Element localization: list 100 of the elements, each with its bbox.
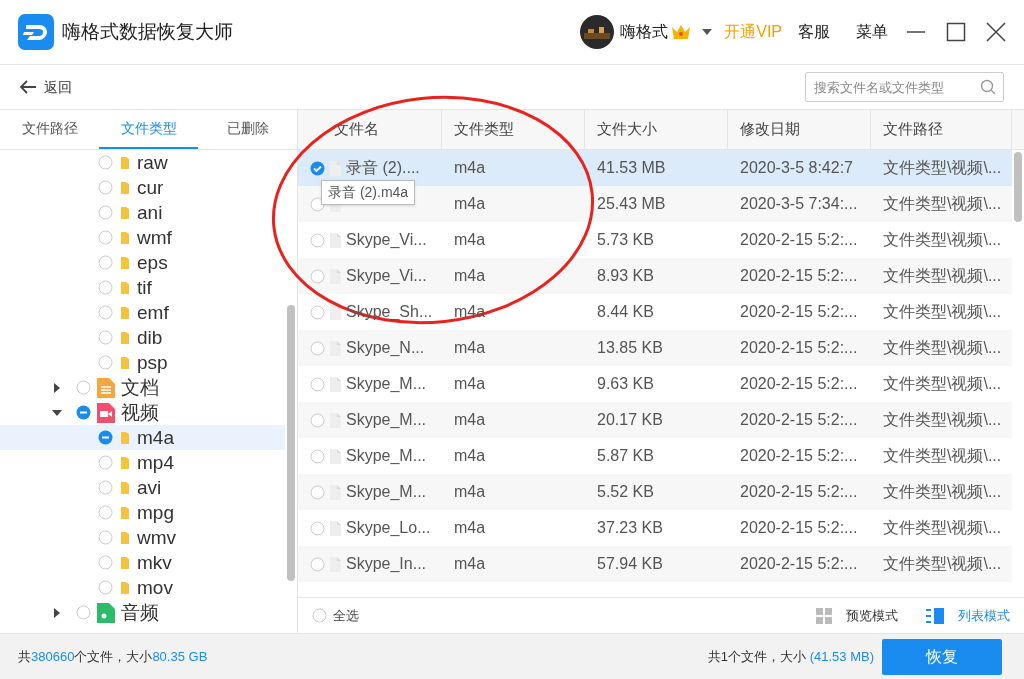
tree-item-label[interactable]: 视频 (121, 403, 159, 422)
folder-icon (120, 329, 130, 346)
audio-file-icon (97, 602, 115, 623)
radio-button[interactable] (310, 340, 325, 356)
table-row[interactable]: Skype_In... m4a 57.94 KB 2020-2-15 5:2:... 文件类型\视频\... (298, 546, 1012, 582)
radio-button[interactable] (98, 480, 113, 495)
radio-button[interactable] (98, 580, 113, 595)
radio-button[interactable] (98, 430, 113, 445)
tree-item[interactable]: mp4 (0, 450, 285, 475)
radio-button[interactable] (98, 280, 113, 295)
folder-icon (120, 454, 130, 471)
table-cell-text: 2020-2-15 5:2:... (740, 374, 858, 394)
column-header[interactable]: 文件路径 (871, 110, 1012, 149)
radio-button[interactable] (310, 376, 325, 392)
tree-item[interactable]: wmv (0, 525, 285, 550)
tree-item[interactable]: mov (0, 575, 285, 600)
radio-button[interactable] (310, 448, 325, 464)
radio-button[interactable] (98, 230, 113, 245)
radio-button[interactable] (98, 205, 113, 220)
tree-item-label[interactable]: eps (137, 253, 168, 272)
select-all-checkbox[interactable]: 全选 (312, 605, 359, 626)
radio-button[interactable] (310, 232, 325, 248)
radio-button[interactable] (98, 255, 113, 270)
table-cell-text: Skype_In... (346, 554, 427, 574)
table-cell-text: m4a (454, 158, 486, 178)
caret-icon[interactable] (702, 29, 713, 35)
tree-item-label[interactable]: emf (137, 303, 169, 322)
radio-button[interactable] (310, 304, 325, 320)
expand-arrow-icon[interactable] (52, 382, 62, 393)
folder-icon (120, 554, 130, 571)
tree-item[interactable]: mpg (0, 500, 285, 525)
table-row[interactable]: Skype_Vi... m4a 8.93 KB 2020-2-15 5:2:... 文件类型\视频\... (298, 258, 1012, 294)
table-cell-text: m4a (454, 554, 486, 574)
tree-item[interactable]: mkv (0, 550, 285, 575)
tree-item-label[interactable]: wmf (137, 228, 172, 247)
service-link[interactable]: 客服 (798, 20, 830, 44)
tree-item-label[interactable]: 文档 (121, 378, 159, 397)
radio-button[interactable] (310, 268, 325, 284)
list-mode-button[interactable]: 列表模式 (926, 605, 1010, 626)
radio-button[interactable] (310, 412, 325, 428)
maximize-icon[interactable] (946, 22, 966, 42)
column-header[interactable]: 修改日期 (728, 110, 871, 149)
radio-button[interactable] (98, 530, 113, 545)
column-header[interactable]: 文件大小 (585, 110, 728, 149)
folder-icon (120, 479, 130, 496)
radio-button[interactable] (310, 520, 325, 536)
file-icon (330, 160, 341, 176)
table-row[interactable]: 录音 (2).... m4a 41.53 MB 2020-3-5 8:42:7 文件类型\视频\... (298, 150, 1012, 186)
tree-item-label[interactable]: cur (137, 178, 164, 197)
radio-button[interactable] (98, 455, 113, 470)
tree-item[interactable]: m4a (0, 425, 285, 450)
table-row[interactable]: Skype_M... m4a 20.17 KB 2020-2-15 5:2:... 文件类型\视频\... (298, 402, 1012, 438)
radio-button[interactable] (310, 160, 325, 176)
scrollbar-thumb[interactable] (287, 305, 295, 581)
radio-button[interactable] (98, 355, 113, 370)
table-cell-text: 9.63 KB (597, 374, 654, 394)
table-row[interactable]: Skype_M... m4a 5.52 KB 2020-2-15 5:2:... 文件类型\视频\... (298, 474, 1012, 510)
table-cell-text: 13.85 KB (597, 338, 663, 358)
table-row[interactable]: Skype_N... m4a 13.85 KB 2020-2-15 5:2:... 文件类型\视频\... (298, 330, 1012, 366)
collapse-arrow-icon[interactable] (52, 407, 62, 418)
file-icon (330, 340, 341, 356)
search-field[interactable]: 搜索文件名或文件类型 (805, 72, 1004, 102)
tree-item-label[interactable]: ani (137, 203, 163, 222)
preview-mode-button[interactable]: 预览模式 (816, 605, 898, 626)
list-icon (926, 607, 944, 624)
radio-button[interactable] (98, 330, 113, 345)
tab[interactable]: 文件类型 (99, 110, 198, 149)
tab[interactable]: 文件路径 (0, 110, 99, 149)
radio-button[interactable] (98, 180, 113, 195)
tree-item-label[interactable]: psp (137, 353, 168, 372)
tree-item-label[interactable]: tif (137, 278, 152, 297)
table-cell-text: 5.52 KB (597, 482, 654, 502)
radio-button[interactable] (98, 155, 113, 170)
table-cell-text: 2020-2-15 5:2:... (740, 338, 858, 358)
radio-button[interactable] (76, 380, 91, 395)
radio-button[interactable] (76, 405, 91, 420)
scrollbar-thumb[interactable] (1014, 152, 1022, 222)
table-cell-text: 37.23 KB (597, 518, 663, 538)
radio-button[interactable] (76, 605, 91, 620)
table-cell-text: 文件类型\视频\... (883, 554, 1002, 574)
table-cell-text: Skype_Lo... (346, 518, 431, 538)
menu-link[interactable]: 菜单 (856, 20, 888, 44)
radio-button[interactable] (310, 484, 325, 500)
radio-button[interactable] (98, 305, 113, 320)
tree-item-label[interactable]: dib (137, 328, 163, 347)
folder-icon (120, 154, 130, 171)
back-button[interactable]: 返回 (20, 76, 72, 98)
tree-item[interactable]: avi (0, 475, 285, 500)
radio-button[interactable] (98, 505, 113, 520)
radio-button[interactable] (312, 608, 327, 623)
expand-arrow-icon[interactable] (52, 607, 62, 618)
tree-item-label[interactable]: raw (137, 153, 168, 172)
radio-button[interactable] (98, 555, 113, 570)
table-cell-text: 文件类型\视频\... (883, 338, 1002, 358)
tab[interactable]: 已删除 (198, 110, 297, 149)
file-icon (330, 520, 341, 536)
close-icon[interactable] (986, 22, 1006, 42)
column-header[interactable]: 文件类型 (442, 110, 585, 149)
radio-button[interactable] (310, 556, 325, 572)
tree-item-label[interactable]: 音频 (121, 603, 159, 622)
